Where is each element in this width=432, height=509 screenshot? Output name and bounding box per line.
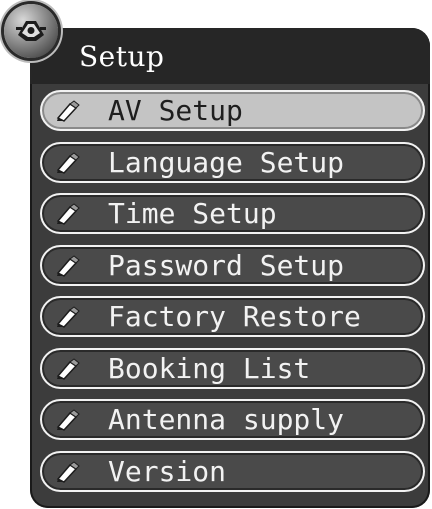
menu-item-label: AV Setup [108, 94, 243, 127]
setup-screen: Setup AV Setup Language Setup Time Setup… [0, 0, 432, 509]
menu-item-factory-restore[interactable]: Factory Restore [40, 296, 425, 337]
pencil-icon [56, 306, 80, 328]
menu-item-version[interactable]: Version [40, 450, 425, 492]
menu-item-label: Version [108, 454, 227, 488]
page-title: Setup [79, 40, 165, 73]
menu-item-label: Time Setup [108, 197, 277, 230]
menu-item-label: Antenna supply [108, 403, 345, 436]
menu-item-label: Password Setup [108, 248, 345, 282]
menu-item-time-setup[interactable]: Time Setup [40, 193, 425, 234]
menu-item-language-setup[interactable]: Language Setup [40, 141, 425, 183]
menu-item-password-setup[interactable]: Password Setup [40, 244, 425, 286]
pencil-icon [56, 254, 80, 277]
menu-item-av-setup[interactable]: AV Setup [40, 90, 425, 131]
setup-menu-list: AV Setup Language Setup Time Setup Passw… [40, 90, 425, 502]
pencil-icon [56, 460, 80, 483]
pencil-icon [56, 100, 80, 122]
pencil-icon [56, 409, 80, 431]
pencil-icon [56, 357, 80, 380]
pencil-icon [56, 151, 80, 174]
pencil-icon [56, 203, 80, 225]
menu-item-antenna-supply[interactable]: Antenna supply [40, 399, 425, 440]
menu-item-label: Factory Restore [108, 300, 361, 333]
menu-item-label: Booking List [108, 351, 311, 385]
menu-item-label: Language Setup [108, 145, 345, 179]
setup-gear-icon [4, 4, 58, 58]
menu-item-booking-list[interactable]: Booking List [40, 347, 425, 389]
